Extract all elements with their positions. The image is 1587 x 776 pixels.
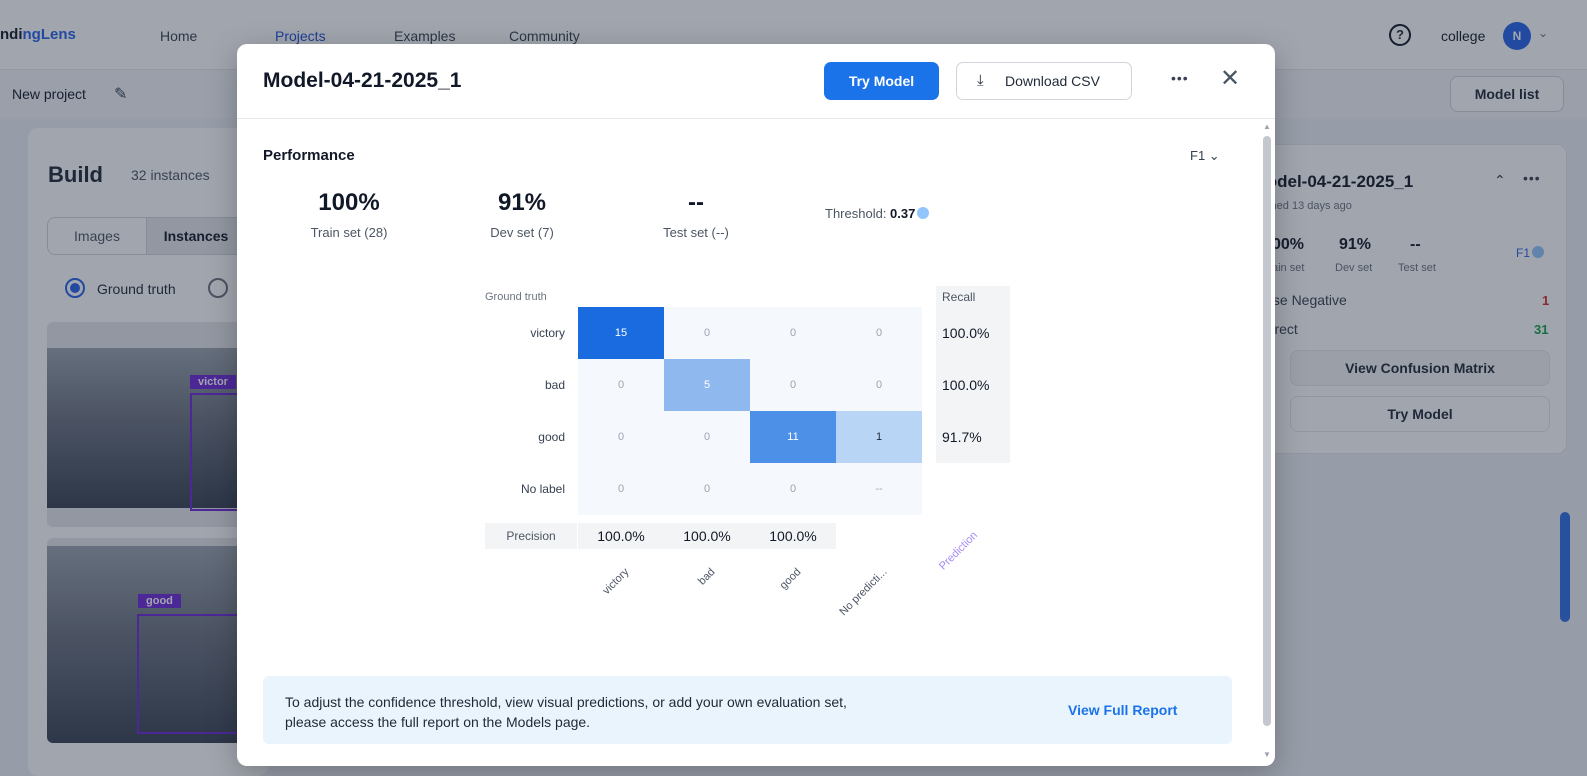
recall-header: Recall [936, 286, 1010, 308]
dev-set-label: Dev set (7) [490, 225, 554, 240]
download-icon: ⤓ [977, 72, 984, 89]
matrix-cell[interactable]: 11 [750, 411, 836, 463]
matrix-cell[interactable]: 0 [836, 307, 922, 359]
row-label-no-label: No label [520, 482, 565, 496]
banner-text: To adjust the confidence threshold, view… [285, 694, 847, 730]
view-full-report-link[interactable]: View Full Report [1068, 702, 1177, 718]
matrix-cell[interactable]: 0 [750, 307, 836, 359]
matrix-cell[interactable]: 0 [750, 463, 836, 515]
row-label-victory: victory [530, 326, 565, 340]
matrix-cell[interactable]: 1 [836, 411, 922, 463]
threshold-readout: Threshold: 0.37 [825, 206, 930, 221]
close-icon[interactable]: ✕ [1220, 64, 1240, 93]
precision-cell: 100.0% [664, 523, 750, 549]
train-set-score: 100% [318, 189, 380, 216]
matrix-cell[interactable]: 0 [664, 411, 750, 463]
col-label-good: good [777, 566, 804, 592]
ground-truth-axis-label: Ground truth [485, 291, 547, 303]
test-set-score: -- [688, 189, 704, 216]
precision-cell: 100.0% [578, 523, 664, 549]
info-icon[interactable] [917, 207, 930, 219]
matrix-cell[interactable]: 0 [578, 463, 664, 515]
metric-dropdown[interactable]: F1 ⌄ [1190, 148, 1220, 164]
recall-cell: 91.7% [936, 411, 1010, 463]
row-label-good: good [538, 430, 565, 444]
matrix-cell[interactable]: 0 [750, 359, 836, 411]
dev-set-score: 91% [497, 189, 547, 216]
matrix-cell[interactable]: 0 [578, 359, 664, 411]
header-divider [237, 118, 1275, 119]
threshold-value: 0.37 [890, 206, 916, 221]
more-options-icon[interactable]: ••• [1171, 70, 1189, 86]
matrix-cell[interactable]: 0 [836, 359, 922, 411]
scroll-up-arrow-icon[interactable]: ▲ [1263, 122, 1271, 131]
recall-cell: 100.0% [936, 359, 1010, 411]
matrix-cell[interactable]: 0 [664, 463, 750, 515]
test-set-label: Test set (--) [663, 225, 729, 240]
download-csv-button[interactable]: ⤓ Download CSV [956, 62, 1132, 100]
scrollbar-thumb[interactable] [1263, 136, 1271, 726]
matrix-cell[interactable]: 5 [664, 359, 750, 411]
col-label-bad: bad [696, 566, 718, 588]
col-label-no-prediction: No predicti... [837, 566, 890, 619]
matrix-cell[interactable]: 0 [664, 307, 750, 359]
download-csv-label: Download CSV [1005, 73, 1100, 89]
try-model-button[interactable]: Try Model [824, 62, 939, 100]
col-label-victory: victory [600, 566, 632, 597]
performance-title: Performance [263, 147, 355, 164]
row-label-bad: bad [544, 378, 565, 392]
precision-cell: 100.0% [750, 523, 836, 549]
model-details-modal: Model-04-21-2025_1 Try Model ⤓ Download … [237, 44, 1275, 766]
matrix-cell[interactable]: -- [836, 463, 922, 515]
matrix-cell[interactable]: 0 [578, 411, 664, 463]
precision-label: Precision [485, 523, 577, 549]
recall-cell: 100.0% [936, 307, 1010, 359]
matrix-cell[interactable]: 15 [578, 307, 664, 359]
scroll-down-arrow-icon[interactable]: ▼ [1263, 750, 1271, 759]
prediction-axis-label: Prediction [937, 529, 981, 573]
modal-title: Model-04-21-2025_1 [263, 69, 462, 92]
full-report-banner: To adjust the confidence threshold, view… [263, 676, 1232, 744]
train-set-label: Train set (28) [310, 225, 388, 240]
